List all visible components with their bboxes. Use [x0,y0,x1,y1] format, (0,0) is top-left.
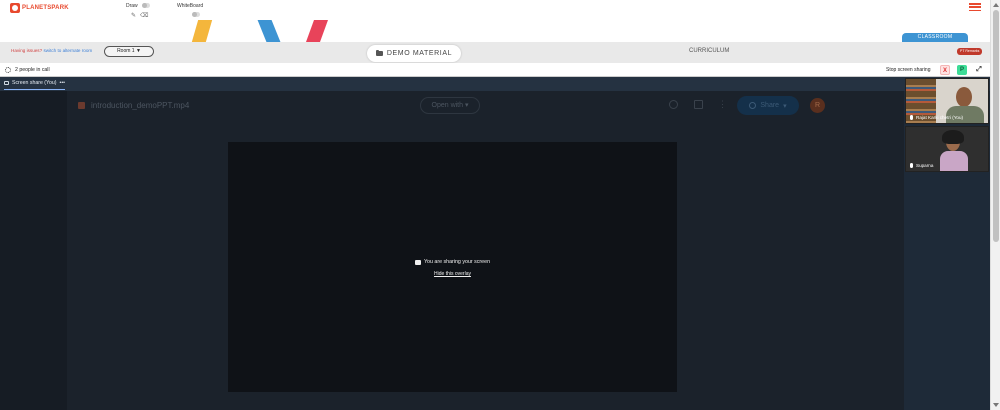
chevron-down-icon: ▼ [135,48,141,54]
drive-share-label: Share [760,102,780,109]
logo-mark-icon [10,3,20,13]
expand-icon[interactable]: ⤢ [974,65,984,75]
room-toolbar: Having issues? switch to alternate room … [0,42,990,63]
download-icon[interactable] [694,100,703,109]
issues-notice: Having issues? switch to alternate room [11,48,92,53]
stop-sharing-button[interactable]: X [940,65,950,75]
draw-toggle[interactable] [142,3,151,9]
curriculum-link[interactable]: CURRICULUM [689,48,729,54]
participant-name-tag: Suparna [910,163,933,168]
planetspark-logo[interactable]: PLANETSPARK [10,3,69,13]
call-info-bar: 2 people in call Stop screen sharing X P… [0,63,990,77]
tab-screen-share[interactable]: Screen share (You) ••• [4,80,65,90]
hamburger-menu-icon[interactable] [969,3,981,11]
gear-icon[interactable] [5,67,11,73]
open-with-button[interactable]: Open with ▾ [420,97,480,114]
participant-name: Suparna [916,163,934,168]
room-select-value: Room 1 [117,48,135,54]
whiteboard-toggle[interactable] [192,12,200,17]
switch-room-link[interactable]: switch to alternate room [43,48,92,53]
open-with-label: Open with [431,102,464,109]
shared-screen-area: introduction_demoPPT.mp4 Open with ▾ ⋮ S… [0,91,904,410]
share-tab-bar: Screen share (You) ••• [0,77,990,91]
screen-icon [4,81,9,85]
whiteboard-label: WhiteBoard [177,3,204,9]
participant-body [940,151,968,171]
room-select[interactable]: Room 1 ▼ [104,46,154,57]
avatar[interactable]: R [810,98,825,113]
logo-text: PLANETSPARK [22,5,69,11]
screen-share-tab-label: Screen share (You) [12,80,57,86]
eraser-icon[interactable]: ⌫ [140,12,148,19]
hide-overlay-link[interactable]: Hide this overlay [228,271,677,277]
participant-p-button[interactable]: P [957,65,967,75]
participant-tile[interactable]: Suparna [905,126,989,172]
participant-tile[interactable]: Rajat Karki chetri (You) [905,78,989,124]
participant-name-tag: Rajat Karki chetri (You) [910,115,963,120]
add-shortcut-icon[interactable] [669,100,678,109]
tab-classroom[interactable]: CLASSROOM [902,33,968,42]
issues-text: Having issues? [11,48,43,53]
mic-icon [910,163,913,168]
participant-hair [942,130,964,144]
decorative-stripe-blue [257,20,281,42]
people-count: 2 people in call [15,67,50,73]
app-root: PLANETSPARK Draw ✎ ⌫ WhiteBoard CLASSROO… [0,0,1000,410]
draw-tool[interactable]: Draw [126,3,151,9]
pencil-icon[interactable]: ✎ [131,12,136,19]
scroll-down-icon[interactable] [993,403,999,407]
more-options-icon[interactable]: ••• [60,80,65,86]
pt-remarks-badge[interactable]: PT Remarks [957,48,983,55]
top-header: PLANETSPARK Draw ✎ ⌫ WhiteBoard [0,0,990,20]
drive-share-button[interactable]: Share ▾ [737,96,799,115]
video-file-icon [78,102,85,109]
demo-material-label: DEMO MATERIAL [386,50,453,57]
scroll-up-icon[interactable] [993,3,999,7]
pt-remarks-label: PT Remarks [960,49,980,53]
mic-icon [910,115,913,120]
whiteboard-tool[interactable]: WhiteBoard [177,3,203,9]
globe-icon [749,102,757,109]
chevron-down-icon: ▾ [464,102,469,109]
scrollbar-thumb[interactable] [993,10,999,242]
demo-material-button[interactable]: DEMO MATERIAL [367,45,461,62]
file-name: introduction_demoPPT.mp4 [91,101,190,110]
draw-label: Draw [126,3,138,9]
folder-icon [375,49,383,56]
more-vertical-icon[interactable]: ⋮ [718,100,727,109]
decorative-stripe-red [305,20,329,42]
decorative-stripe-yellow [191,20,213,42]
video-preview: You are sharing your screen Hide this ov… [228,142,677,392]
sharing-message-text: You are sharing your screen [423,259,491,265]
chevron-down-icon: ▾ [783,102,787,110]
participant-name: Rajat Karki chetri (You) [916,115,964,120]
message-icon [414,259,421,265]
sharing-overlay-message: You are sharing your screen [228,259,677,265]
screen-share-panel: Screen share (You) ••• introduction_demo… [0,77,990,410]
draw-tool-icons: ✎ ⌫ [131,12,149,19]
page-scrollbar[interactable] [990,0,1000,410]
stop-screen-sharing-label: Stop screen sharing [886,67,931,73]
participant-face [956,87,972,107]
